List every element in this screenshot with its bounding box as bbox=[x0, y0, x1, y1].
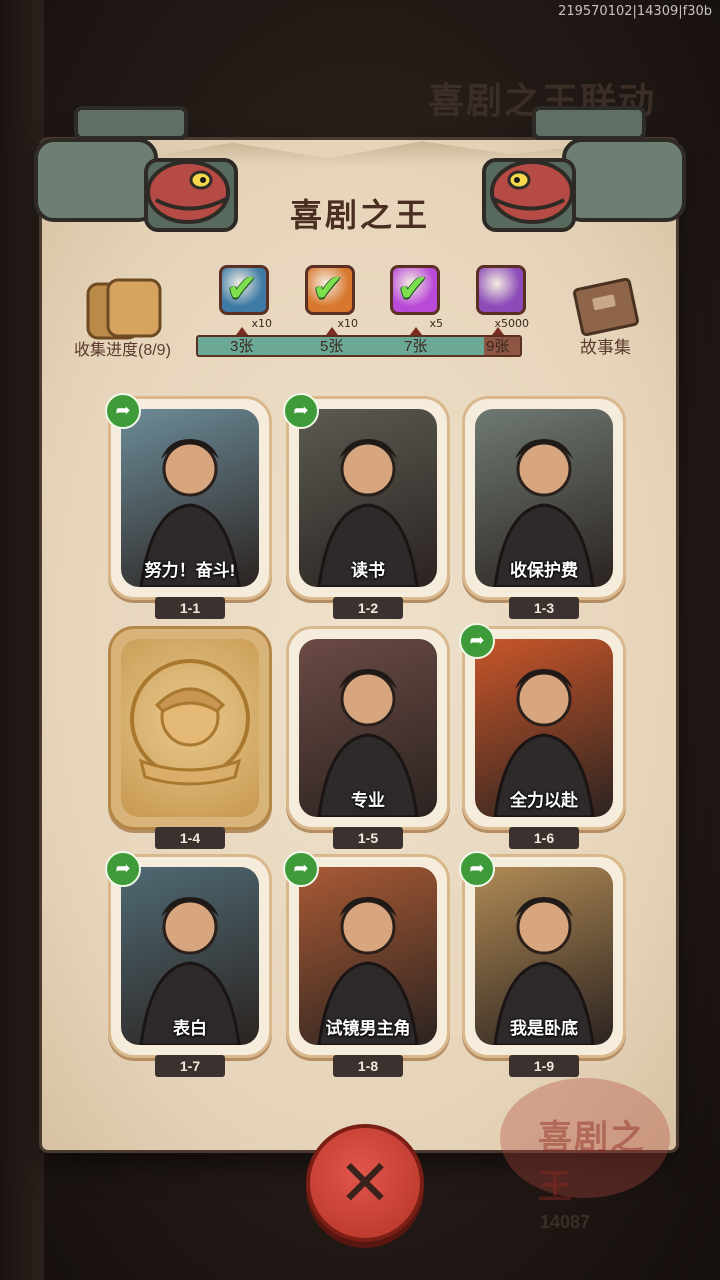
milestone-label: 5张 bbox=[320, 338, 344, 355]
card-number-label: 1-8 bbox=[333, 1055, 403, 1077]
milestone-marker bbox=[326, 327, 338, 335]
wax-seal-stamp: 喜剧之王 bbox=[500, 1078, 670, 1206]
card-number-label: 1-3 bbox=[509, 597, 579, 619]
card-number-label: 1-4 bbox=[155, 827, 225, 849]
card-caption: 表白 bbox=[173, 1019, 207, 1038]
card-stack-icon bbox=[86, 278, 162, 340]
share-arrow-icon[interactable]: ➦ bbox=[283, 851, 319, 887]
story-book-icon[interactable] bbox=[572, 278, 642, 336]
share-arrow-icon[interactable]: ➦ bbox=[283, 393, 319, 429]
card-caption: 全力以赴 bbox=[510, 791, 578, 810]
share-arrow-icon[interactable]: ➦ bbox=[459, 623, 495, 659]
card-number-label: 1-5 bbox=[333, 827, 403, 849]
background-counter: 14087 bbox=[540, 1212, 591, 1232]
card-number-label: 1-2 bbox=[333, 597, 403, 619]
milestone-reward-2[interactable]: ✔ x10 bbox=[305, 265, 358, 330]
story-collection-label[interactable]: 故事集 bbox=[580, 333, 631, 358]
story-card-1-2[interactable]: 读书 1-2 ➦ bbox=[283, 393, 450, 619]
claimed-check-icon: ✔ bbox=[312, 268, 344, 310]
locked-portrait-icon bbox=[130, 659, 250, 786]
card-caption: 读书 bbox=[351, 561, 385, 580]
build-id: 219570102|14309|f30b bbox=[558, 4, 712, 19]
story-card-1-3[interactable]: 收保护费 1-3 bbox=[462, 396, 626, 619]
milestone-marker bbox=[492, 327, 504, 335]
milestone-reward-1[interactable]: ✔ x10 bbox=[219, 265, 272, 330]
story-card-1-4[interactable]: 1-4 bbox=[108, 626, 272, 849]
close-x-icon: ✕ bbox=[338, 1147, 392, 1219]
reward-quantity: x10 bbox=[251, 317, 272, 330]
card-caption: 我是卧底 bbox=[510, 1019, 578, 1038]
card-caption: 努力！奋斗! bbox=[144, 561, 236, 580]
share-arrow-icon[interactable]: ➦ bbox=[105, 851, 141, 887]
card-number-label: 1-9 bbox=[509, 1055, 579, 1077]
story-card-1-1[interactable]: 努力！奋斗! 1-1 ➦ bbox=[105, 393, 272, 619]
story-card-1-9[interactable]: 我是卧底 1-9 ➦ bbox=[459, 851, 626, 1077]
card-caption: 试镜男主角 bbox=[325, 1019, 411, 1038]
card-caption: 收保护费 bbox=[510, 561, 578, 580]
card-number-label: 1-7 bbox=[155, 1055, 225, 1077]
progress-label: 收集进度(8/9) bbox=[74, 342, 171, 359]
story-card-1-7[interactable]: 表白 1-7 ➦ bbox=[105, 851, 272, 1077]
milestone-reward-3[interactable]: ✔ x5 bbox=[390, 265, 443, 330]
story-card-1-6[interactable]: 全力以赴 1-6 ➦ bbox=[459, 623, 626, 849]
story-card-1-5[interactable]: 专业 1-5 bbox=[286, 626, 450, 849]
claimed-check-icon: ✔ bbox=[397, 268, 429, 310]
card-number-label: 1-1 bbox=[155, 597, 225, 619]
share-arrow-icon[interactable]: ➦ bbox=[105, 393, 141, 429]
close-button[interactable]: ✕ bbox=[306, 1124, 424, 1242]
milestone-label: 9张 bbox=[486, 338, 510, 355]
reward-quantity: x5 bbox=[429, 317, 443, 330]
seal-text: 喜剧之王 bbox=[538, 1119, 646, 1206]
milestone-marker bbox=[410, 327, 422, 335]
milestone-reward-4[interactable]: x5000 bbox=[476, 265, 529, 330]
card-number-label: 1-6 bbox=[509, 827, 579, 849]
card-caption: 专业 bbox=[351, 791, 385, 810]
panel-title: 喜剧之王 bbox=[289, 197, 430, 233]
locked-card-art bbox=[121, 639, 259, 817]
milestone-label: 3张 bbox=[230, 338, 254, 355]
milestone-label: 7张 bbox=[404, 338, 428, 355]
claimed-check-icon: ✔ bbox=[226, 268, 258, 310]
reward-quantity: x10 bbox=[337, 317, 358, 330]
share-arrow-icon[interactable]: ➦ bbox=[459, 851, 495, 887]
story-card-1-8[interactable]: 试镜男主角 1-8 ➦ bbox=[283, 851, 450, 1077]
milestone-marker bbox=[236, 327, 248, 335]
